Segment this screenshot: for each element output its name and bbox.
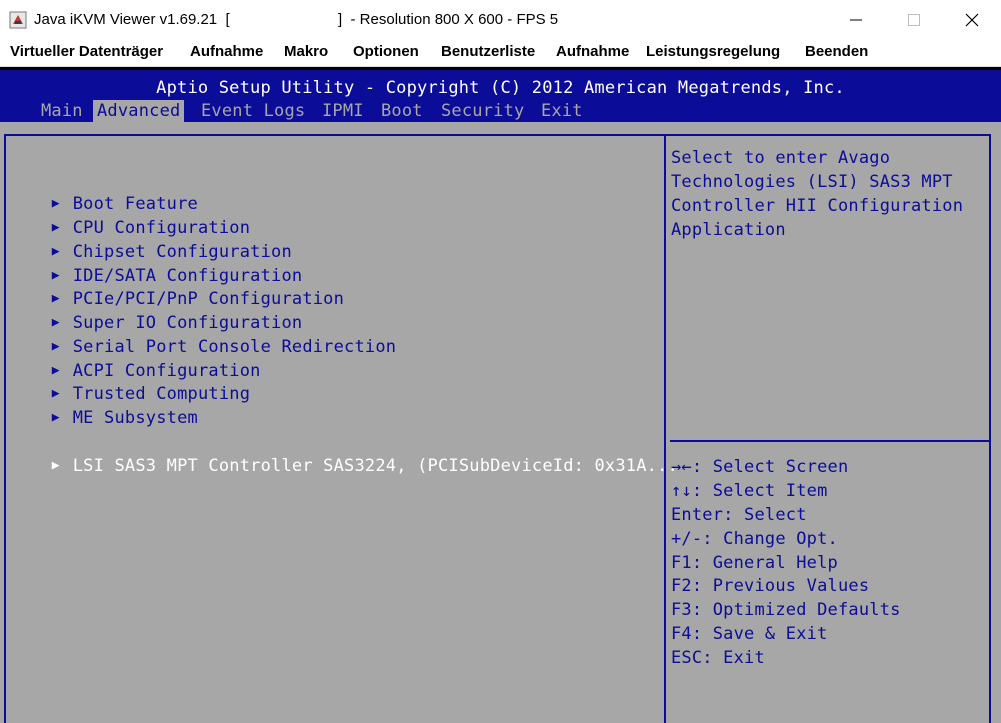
java-app-icon [9,11,27,29]
bios-screen[interactable]: Aptio Setup Utility - Copyright (C) 2012… [0,70,1001,723]
menu-options[interactable]: Optionen [353,43,419,60]
tab-event-logs[interactable]: Event Logs [201,100,305,122]
tab-exit[interactable]: Exit [541,100,583,122]
help-text-line: Controller HII Configuration [671,196,964,216]
tab-ipmi[interactable]: IPMI [322,100,364,122]
bios-header: Aptio Setup Utility - Copyright (C) 2012… [0,70,1001,122]
menu-capture[interactable]: Aufnahme [556,43,629,60]
window-titlebar: Java iKVM Viewer v1.69.21 [ ] - Resoluti… [0,0,1001,40]
menu-record[interactable]: Aufnahme [190,43,263,60]
menu-user-list[interactable]: Benutzerliste [441,43,535,60]
window-title: Java iKVM Viewer v1.69.21 [ ] - Resoluti… [34,11,559,28]
menu-entry-trusted-computing[interactable]: ▶ Trusted Computing [10,361,250,404]
menu-entry-lsi-sas3-controller[interactable]: ▶ LSI SAS3 MPT Controller SAS3224, (PCISu… [10,433,678,476]
menu-entry-cpu-configuration[interactable]: ▶ CPU Configuration [10,195,250,238]
bios-title: Aptio Setup Utility - Copyright (C) 2012… [156,78,845,98]
menu-entry-serial-port-console-redirection[interactable]: ▶ Serial Port Console Redirection [10,314,396,357]
close-button[interactable] [943,0,1001,40]
kvm-menubar: Virtueller Datenträger Aufnahme Makro Op… [0,40,1001,67]
menu-entry-ide-sata-configuration[interactable]: ▶ IDE/SATA Configuration [10,243,302,286]
key-help-previous-values: F2: Previous Values [671,576,870,596]
help-text-line: Select to enter Avago [671,148,891,168]
key-help-optimized-defaults: F3: Optimized Defaults [671,600,901,620]
help-separator [670,440,990,442]
submenu-arrow-icon: ▶ [51,458,60,473]
tab-security[interactable]: Security [441,100,524,122]
minimize-icon [850,19,862,21]
menu-entry-super-io-configuration[interactable]: ▶ Super IO Configuration [10,290,302,333]
maximize-button[interactable] [885,0,943,40]
key-help-select-screen: →←: Select Screen [671,457,849,477]
close-icon [965,13,979,27]
key-help-select-item: ↑↓: Select Item [671,481,828,501]
menu-entry-chipset-configuration[interactable]: ▶ Chipset Configuration [10,219,292,262]
menu-entry-boot-feature[interactable]: ▶ Boot Feature [10,171,198,214]
menu-power-control[interactable]: Leistungsregelung [646,43,780,60]
minimize-button[interactable] [827,0,885,40]
tab-advanced[interactable]: Advanced [93,100,185,122]
menu-entry-me-subsystem[interactable]: ▶ ME Subsystem [10,385,198,428]
maximize-icon [908,14,920,26]
menu-exit[interactable]: Beenden [805,43,868,60]
menu-entry-acpi-configuration[interactable]: ▶ ACPI Configuration [10,338,261,381]
menu-entry-pcie-pci-pnp-configuration[interactable]: ▶ PCIe/PCI/PnP Configuration [10,266,344,309]
tab-boot[interactable]: Boot [381,100,423,122]
key-help-save-exit: F4: Save & Exit [671,624,828,644]
help-text-line: Technologies (LSI) SAS3 MPT [671,172,953,192]
key-help-general-help: F1: General Help [671,553,838,573]
menu-macro[interactable]: Makro [284,43,328,60]
tab-main[interactable]: Main [41,100,83,122]
menu-virtual-media[interactable]: Virtueller Datenträger [10,43,163,60]
help-text-line: Application [671,220,786,240]
key-help-esc-exit: ESC: Exit [671,648,765,668]
key-help-enter: Enter: Select [671,505,807,525]
key-help-change-opt: +/-: Change Opt. [671,529,838,549]
submenu-arrow-icon: ▶ [51,410,60,425]
pane-divider [664,134,666,723]
